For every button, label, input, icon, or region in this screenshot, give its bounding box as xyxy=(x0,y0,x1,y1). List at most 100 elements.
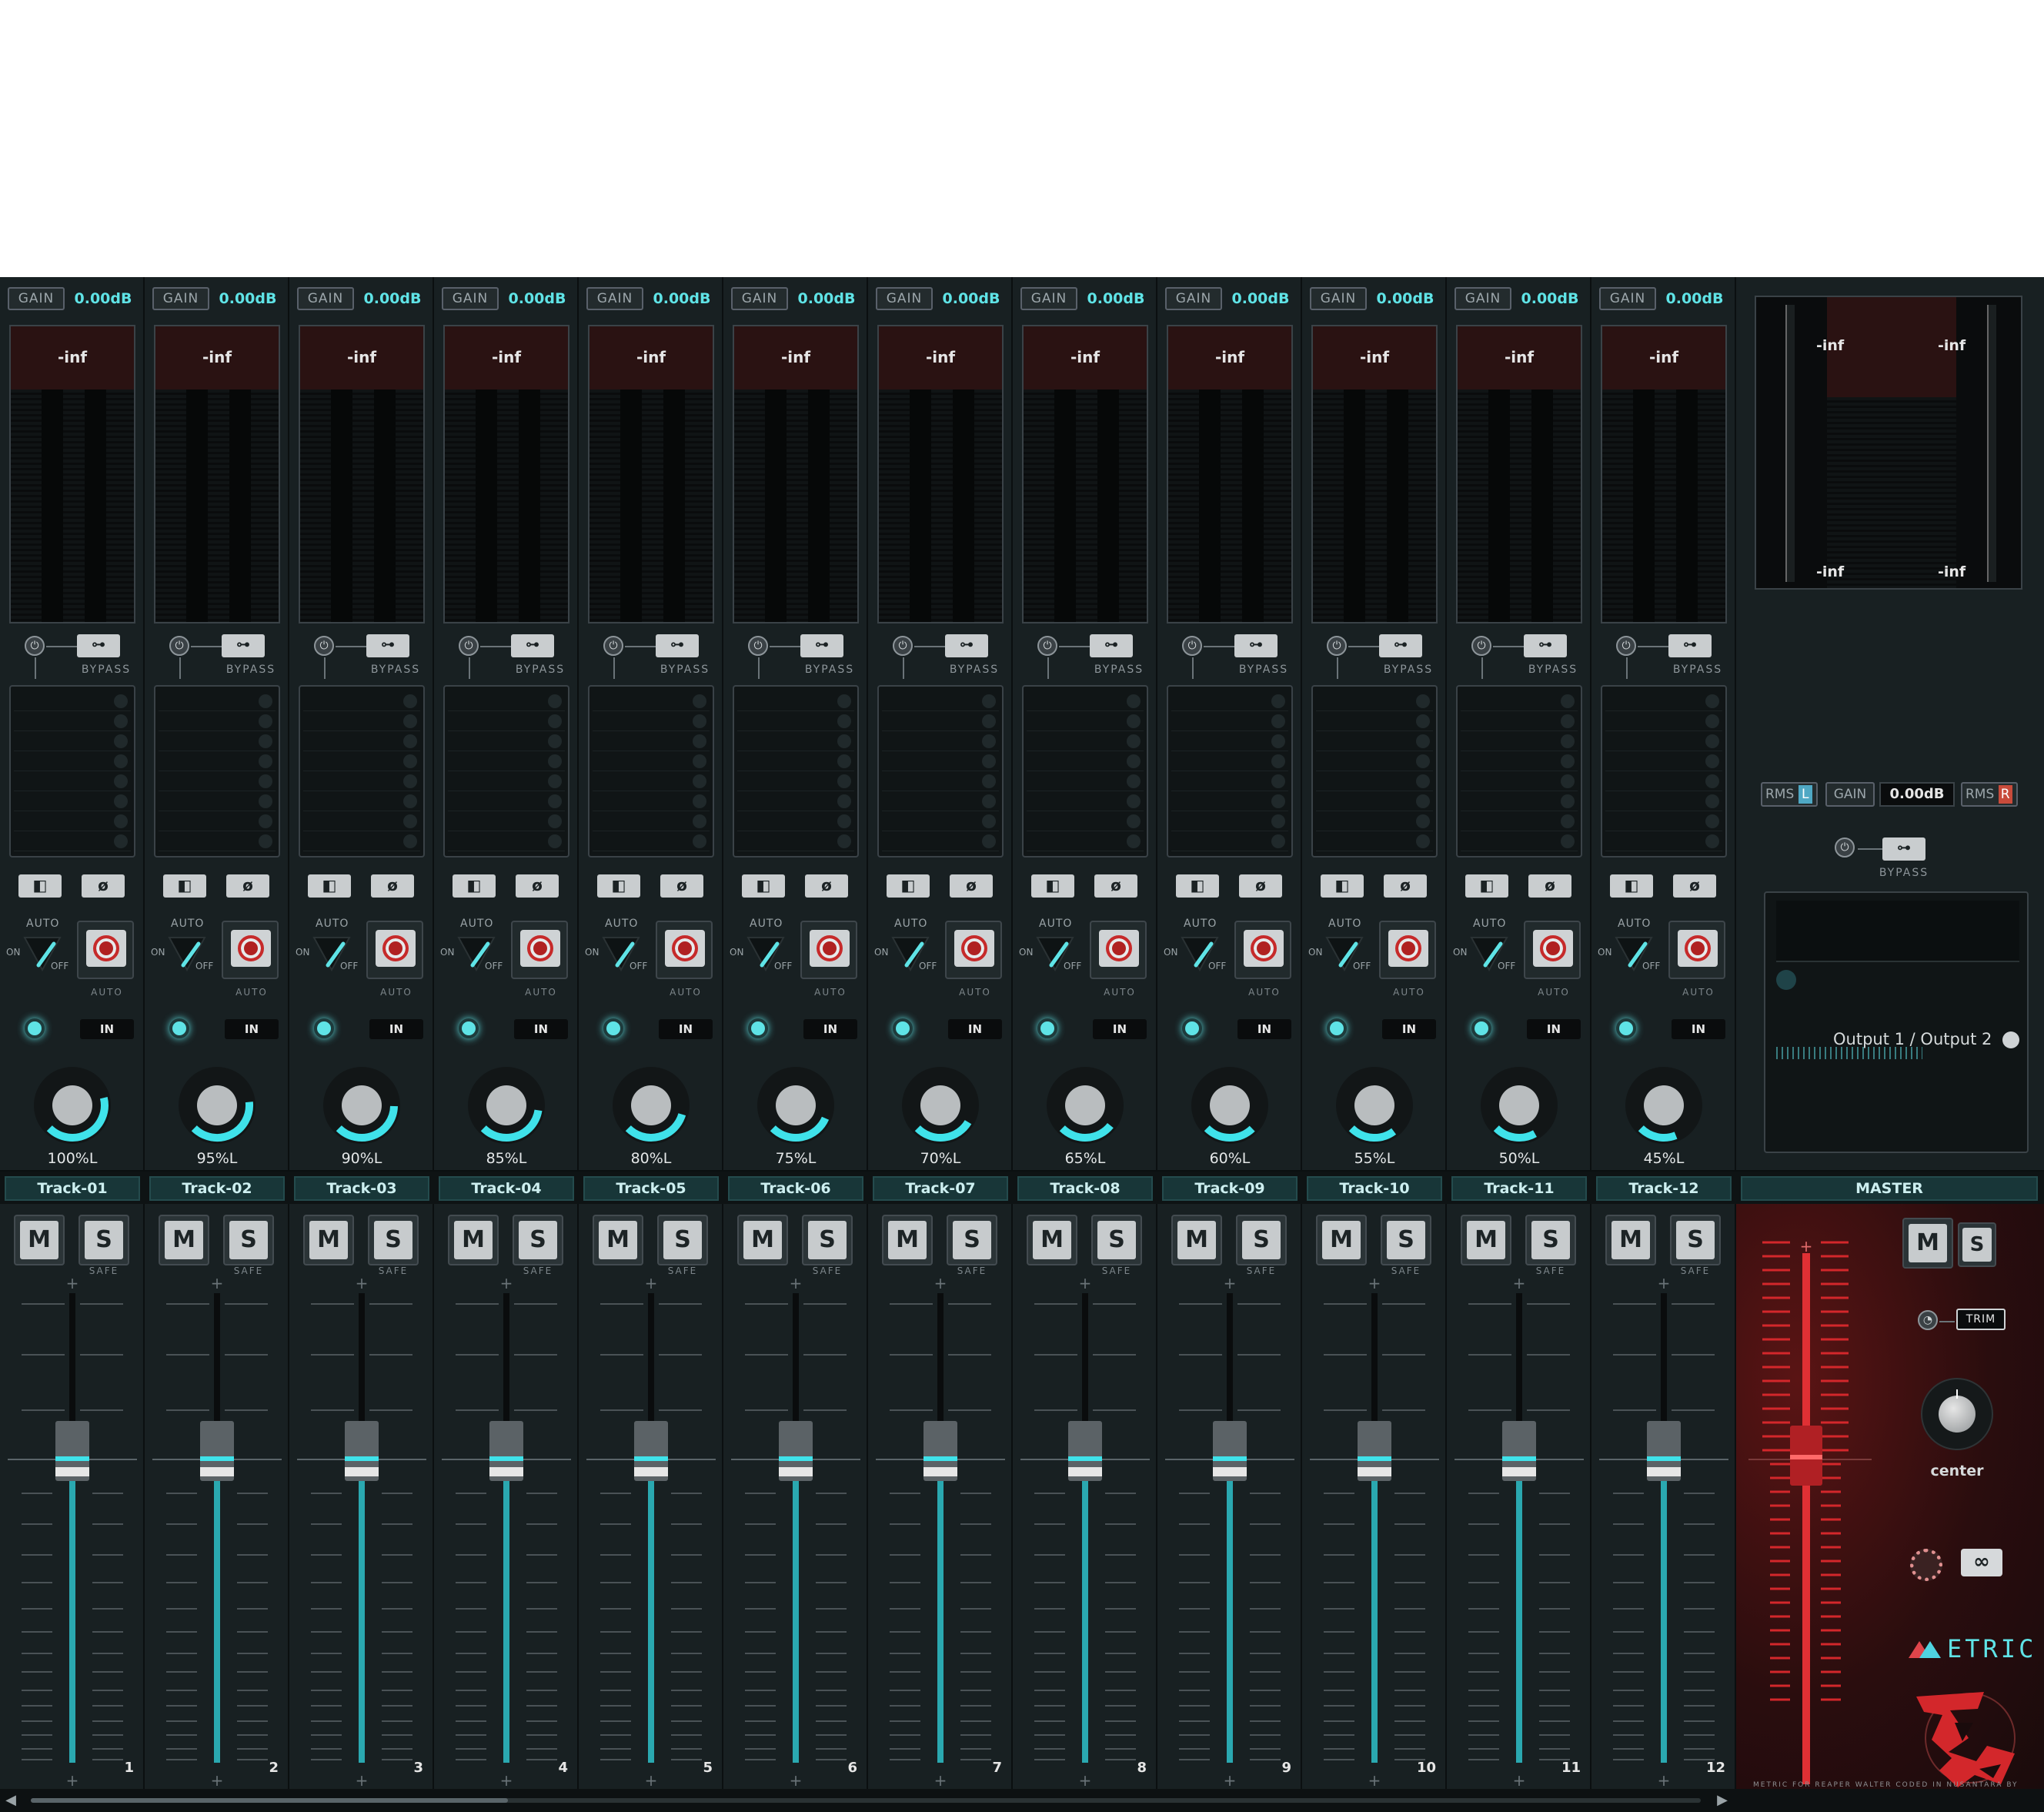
gain-value[interactable]: 0.00dB xyxy=(1082,287,1150,310)
fx-slot-toggle[interactable] xyxy=(1416,694,1430,708)
input-monitor-button[interactable]: ◧ xyxy=(1031,874,1074,898)
fx-slot[interactable] xyxy=(882,771,999,791)
mute-button[interactable]: M xyxy=(1171,1215,1222,1265)
input-monitor-button[interactable]: ◧ xyxy=(597,874,640,898)
track-name[interactable]: Track-03 xyxy=(294,1176,429,1201)
mute-button[interactable]: M xyxy=(737,1215,788,1265)
fx-slot-toggle[interactable] xyxy=(259,734,272,748)
fx-slot-toggle[interactable] xyxy=(1127,774,1141,788)
volume-fader[interactable]: + + xyxy=(1591,1278,1736,1786)
fx-slot-toggle[interactable] xyxy=(1271,774,1285,788)
input-button[interactable]: IN xyxy=(948,1019,1002,1039)
fx-slot-toggle[interactable] xyxy=(693,754,706,768)
pan-knob[interactable] xyxy=(177,1065,257,1145)
fx-slot[interactable] xyxy=(1171,711,1288,731)
fx-slot-toggle[interactable] xyxy=(1271,694,1285,708)
fx-slot-toggle[interactable] xyxy=(693,834,706,848)
fx-slot-toggle[interactable] xyxy=(1561,814,1575,828)
gain-button[interactable]: GAIN xyxy=(1020,287,1077,310)
fx-slot[interactable] xyxy=(1316,711,1433,731)
link-icon[interactable]: ∞ xyxy=(1961,1549,2002,1576)
power-icon[interactable]: ⏻ xyxy=(1182,636,1202,656)
fx-slot-toggle[interactable] xyxy=(1561,734,1575,748)
fx-slot[interactable] xyxy=(14,711,131,731)
power-icon[interactable]: ⏻ xyxy=(1835,837,1855,858)
fx-slot-toggle[interactable] xyxy=(548,754,562,768)
input-led-icon[interactable] xyxy=(603,1018,623,1038)
fx-slot[interactable] xyxy=(1171,831,1288,851)
pan-knob[interactable] xyxy=(322,1065,402,1145)
fx-slot-toggle[interactable] xyxy=(1705,754,1719,768)
phase-invert-button[interactable]: ø xyxy=(660,874,703,898)
fx-slot-toggle[interactable] xyxy=(1127,714,1141,728)
fx-slot-toggle[interactable] xyxy=(1705,694,1719,708)
output-routing-label[interactable]: Output 1 / Output 2 xyxy=(1833,1030,1992,1048)
fx-slot[interactable] xyxy=(737,731,854,751)
volume-fader[interactable]: + + xyxy=(1157,1278,1302,1786)
gain-value[interactable]: 0.00dB xyxy=(793,287,860,310)
fx-slot[interactable] xyxy=(1027,711,1144,731)
fx-slot[interactable] xyxy=(14,751,131,771)
fx-slot-toggle[interactable] xyxy=(548,834,562,848)
fx-slot-toggle[interactable] xyxy=(837,714,851,728)
fx-slot[interactable] xyxy=(1171,791,1288,811)
record-arm-button[interactable] xyxy=(1244,930,1284,967)
fx-slot-toggle[interactable] xyxy=(982,814,996,828)
fx-slot-toggle[interactable] xyxy=(1561,794,1575,808)
fx-slot[interactable] xyxy=(1027,771,1144,791)
peak-readout[interactable]: -inf xyxy=(300,326,423,389)
bypass-button[interactable]: ⊶ xyxy=(1379,634,1422,657)
power-icon[interactable]: ⏻ xyxy=(893,636,913,656)
fx-slot-toggle[interactable] xyxy=(1705,714,1719,728)
fx-slot[interactable] xyxy=(303,811,420,831)
volume-fader[interactable]: + + xyxy=(434,1278,579,1786)
fx-slot[interactable] xyxy=(159,711,276,731)
volume-fader[interactable]: + + xyxy=(723,1278,868,1786)
fx-slot[interactable] xyxy=(303,791,420,811)
power-icon[interactable]: ⏻ xyxy=(1037,636,1057,656)
track-name[interactable]: Track-05 xyxy=(583,1176,719,1201)
fx-slot-toggle[interactable] xyxy=(837,734,851,748)
phase-invert-button[interactable]: ø xyxy=(371,874,414,898)
input-led-icon[interactable] xyxy=(314,1018,334,1038)
power-icon[interactable]: ⏻ xyxy=(748,636,768,656)
solo-button[interactable]: S xyxy=(223,1215,274,1265)
pan-knob[interactable] xyxy=(1190,1065,1270,1145)
fx-slot-toggle[interactable] xyxy=(548,814,562,828)
input-button[interactable]: IN xyxy=(1093,1019,1147,1039)
fx-slot-toggle[interactable] xyxy=(693,794,706,808)
fx-slot[interactable] xyxy=(737,811,854,831)
fx-slot[interactable] xyxy=(882,791,999,811)
fx-slot[interactable] xyxy=(737,771,854,791)
fx-slot-toggle[interactable] xyxy=(1416,774,1430,788)
track-name[interactable]: Track-08 xyxy=(1017,1176,1153,1201)
fx-slot-toggle[interactable] xyxy=(982,794,996,808)
fx-slot[interactable] xyxy=(737,791,854,811)
fx-slot[interactable] xyxy=(1605,731,1722,751)
fx-slot-toggle[interactable] xyxy=(837,814,851,828)
pan-knob[interactable] xyxy=(900,1065,980,1145)
fx-slot-toggle[interactable] xyxy=(1271,734,1285,748)
fx-slot-toggle[interactable] xyxy=(1416,794,1430,808)
master-name-label[interactable]: MASTER xyxy=(1741,1176,2038,1201)
fx-slot[interactable] xyxy=(882,751,999,771)
fx-slot-toggle[interactable] xyxy=(1271,714,1285,728)
fx-slot[interactable] xyxy=(593,811,710,831)
fx-slot-toggle[interactable] xyxy=(1127,834,1141,848)
power-icon[interactable]: ⏻ xyxy=(25,636,45,656)
volume-fader[interactable]: + + xyxy=(579,1278,723,1786)
pan-knob[interactable] xyxy=(611,1065,691,1145)
track-name[interactable]: Track-07 xyxy=(873,1176,1008,1201)
solo-button[interactable]: S xyxy=(947,1215,997,1265)
fx-slot-toggle[interactable] xyxy=(1127,794,1141,808)
fx-slot-toggle[interactable] xyxy=(1705,834,1719,848)
input-button[interactable]: IN xyxy=(1382,1019,1436,1039)
input-button[interactable]: IN xyxy=(1672,1019,1725,1039)
fx-slot[interactable] xyxy=(159,731,276,751)
input-button[interactable]: IN xyxy=(1237,1019,1291,1039)
fx-slot[interactable] xyxy=(1605,811,1722,831)
phase-invert-button[interactable]: ø xyxy=(805,874,848,898)
fx-slot[interactable] xyxy=(14,791,131,811)
master-mute-button[interactable]: M xyxy=(1902,1218,1953,1269)
fx-slot-toggle[interactable] xyxy=(693,774,706,788)
